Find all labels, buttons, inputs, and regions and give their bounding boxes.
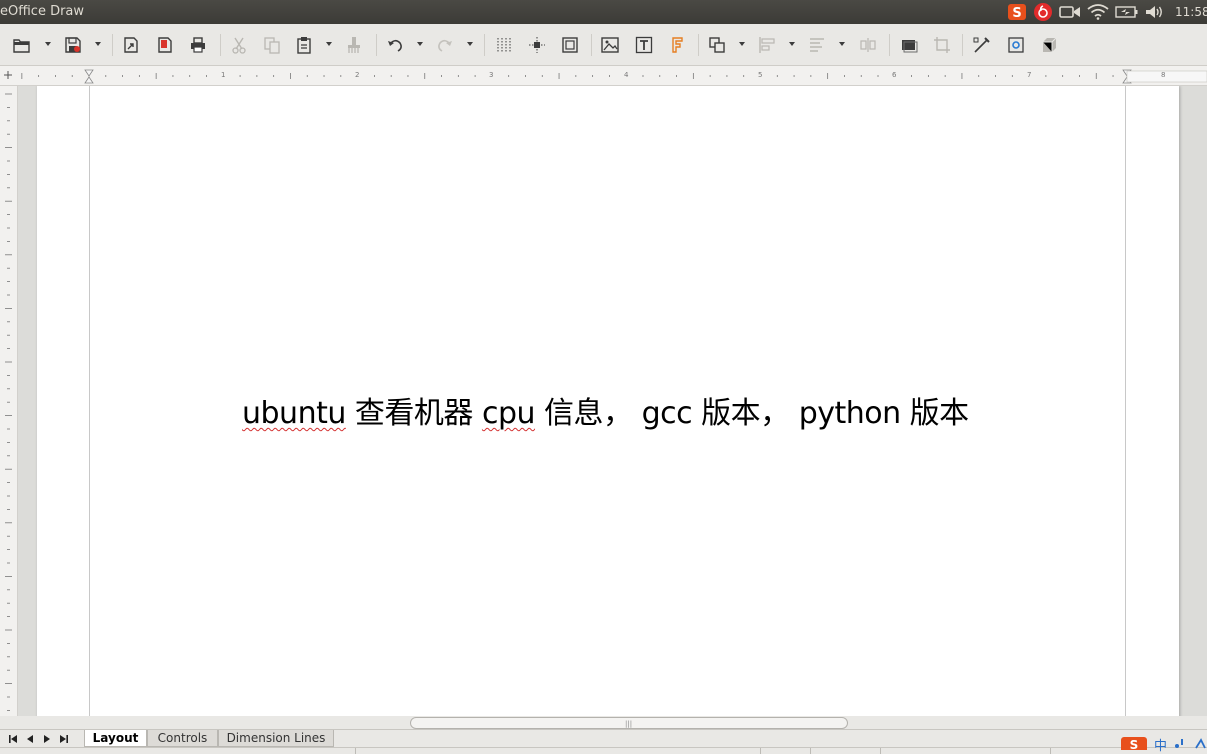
next-tab-icon[interactable] xyxy=(40,732,54,746)
ruler-label: 7 xyxy=(1027,71,1032,79)
wifi-icon[interactable] xyxy=(1087,0,1109,24)
text-segment-misspelled: ubuntu xyxy=(242,396,346,431)
sogou-ime-icon[interactable]: S xyxy=(1007,0,1027,24)
align-icon[interactable] xyxy=(755,33,779,57)
ime-mode-label[interactable]: 中 xyxy=(1154,740,1167,754)
transformations-icon[interactable] xyxy=(705,33,729,57)
toolbar-separator xyxy=(698,34,699,56)
save-icon[interactable] xyxy=(61,33,85,57)
toolbar-separator xyxy=(591,34,592,56)
sogou-ime-icon[interactable]: S xyxy=(1120,735,1148,754)
ruler-ticks xyxy=(4,69,1207,84)
shadow-icon[interactable] xyxy=(897,33,921,57)
paste-icon[interactable] xyxy=(292,33,316,57)
export-pdf-icon[interactable] xyxy=(153,33,177,57)
tab-layout[interactable]: Layout xyxy=(84,730,147,747)
undo-dropdown-icon[interactable] xyxy=(416,40,424,48)
battery-icon[interactable] xyxy=(1115,0,1139,24)
ruler-label: 8 xyxy=(1161,71,1166,79)
copy-icon[interactable] xyxy=(260,33,284,57)
ruler-label: 1 xyxy=(221,71,226,79)
ime-punctuation-icon[interactable] xyxy=(1173,735,1187,754)
grid-icon[interactable] xyxy=(492,33,516,57)
previous-tab-icon[interactable] xyxy=(23,732,37,746)
status-separator xyxy=(1050,748,1051,754)
clock[interactable]: 11:58 xyxy=(1175,5,1207,19)
zoom-pan-icon[interactable] xyxy=(558,33,582,57)
system-tray: S 11:58 xyxy=(1001,0,1207,24)
toolbar-separator xyxy=(962,34,963,56)
netease-music-icon[interactable] xyxy=(1033,0,1053,24)
window-title: eOffice Draw xyxy=(0,4,85,19)
volume-icon[interactable] xyxy=(1145,0,1165,24)
camera-icon[interactable] xyxy=(1059,0,1081,24)
status-separator xyxy=(355,748,356,754)
cut-icon[interactable] xyxy=(227,33,251,57)
toolbar-separator xyxy=(889,34,890,56)
toolbar-separator xyxy=(112,34,113,56)
text-segment: 查看机器 xyxy=(345,396,482,431)
toggle-extrusion-icon[interactable] xyxy=(1037,33,1061,57)
undo-icon[interactable] xyxy=(383,33,407,57)
open-dropdown-icon[interactable] xyxy=(44,40,52,48)
toolbar-separator xyxy=(220,34,221,56)
arrange-icon[interactable] xyxy=(805,33,829,57)
redo-dropdown-icon[interactable] xyxy=(466,40,474,48)
ruler-label: 3 xyxy=(489,71,494,79)
paste-dropdown-icon[interactable] xyxy=(325,40,333,48)
points-icon[interactable] xyxy=(970,33,994,57)
status-separator xyxy=(810,748,811,754)
status-separator xyxy=(760,748,761,754)
text-object[interactable]: ubuntu 查看机器 cpu 信息， gcc 版本， python 版本 xyxy=(242,388,969,432)
ruler-label: 2 xyxy=(355,71,360,79)
horizontal-ruler[interactable]: 1 2 3 4 5 6 7 8 xyxy=(0,66,1207,86)
open-icon[interactable] xyxy=(10,33,34,57)
vertical-ruler[interactable] xyxy=(0,86,18,718)
insert-textbox-icon[interactable] xyxy=(632,33,656,57)
arrange-dropdown-icon[interactable] xyxy=(838,40,846,48)
standard-toolbar xyxy=(0,24,1207,66)
insert-image-icon[interactable] xyxy=(598,33,622,57)
tab-dimension-lines[interactable]: Dimension Lines xyxy=(218,730,334,747)
ruler-ticks xyxy=(5,93,12,711)
title-bar: eOffice Draw S 11:58 xyxy=(0,0,1207,24)
redo-icon[interactable] xyxy=(433,33,457,57)
print-icon[interactable] xyxy=(186,33,210,57)
tab-controls[interactable]: Controls xyxy=(147,730,218,747)
helplines-icon[interactable] xyxy=(525,33,549,57)
page-margin-left xyxy=(89,86,90,718)
toolbar-separator xyxy=(484,34,485,56)
transformations-dropdown-icon[interactable] xyxy=(738,40,746,48)
ime-status-bar: S 中 xyxy=(1120,735,1207,754)
page[interactable]: ubuntu 查看机器 cpu 信息， gcc 版本， python 版本 xyxy=(37,86,1179,718)
last-tab-icon[interactable] xyxy=(57,732,71,746)
distribute-icon[interactable] xyxy=(856,33,880,57)
clone-formatting-icon[interactable] xyxy=(342,33,366,57)
layer-tab-bar: Layout Controls Dimension Lines xyxy=(0,729,1207,747)
export-icon[interactable] xyxy=(119,33,143,57)
svg-text:S: S xyxy=(1130,738,1139,750)
ruler-label: 5 xyxy=(758,71,763,79)
svg-text:S: S xyxy=(1012,6,1021,21)
status-separator xyxy=(880,748,881,754)
first-tab-icon[interactable] xyxy=(6,732,20,746)
ruler-label: 6 xyxy=(892,71,897,79)
scrollbar-thumb[interactable]: ||| xyxy=(410,717,848,729)
save-dropdown-icon[interactable] xyxy=(94,40,102,48)
drawing-canvas[interactable]: ubuntu 查看机器 cpu 信息， gcc 版本， python 版本 xyxy=(18,86,1207,718)
crop-icon[interactable] xyxy=(930,33,954,57)
status-bar xyxy=(0,747,1207,754)
text-segment: 信息， gcc 版本， python 版本 xyxy=(535,396,969,431)
ime-soft-keyboard-icon[interactable] xyxy=(1193,735,1207,754)
glue-points-icon[interactable] xyxy=(1004,33,1028,57)
align-dropdown-icon[interactable] xyxy=(788,40,796,48)
horizontal-scrollbar[interactable]: ||| xyxy=(0,716,1207,730)
ruler-label: 4 xyxy=(624,71,629,79)
grip-icon: ||| xyxy=(625,720,633,728)
toolbar-separator xyxy=(376,34,377,56)
fontwork-icon[interactable] xyxy=(665,33,689,57)
text-segment-misspelled: cpu xyxy=(481,396,536,431)
page-margin-right xyxy=(1125,86,1126,718)
